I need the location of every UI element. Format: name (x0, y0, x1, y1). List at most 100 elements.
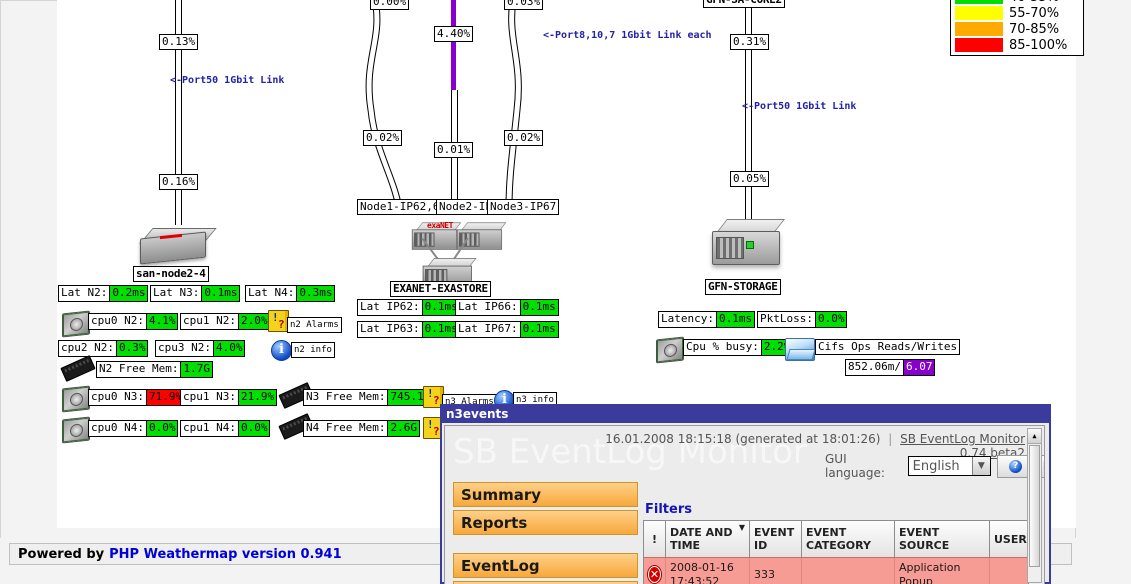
column-header-user[interactable]: USER (990, 521, 1028, 557)
metric-cpu1-n3[interactable]: cpu1 N3: 21.9% (180, 389, 278, 406)
device-gfn-storage[interactable] (710, 217, 786, 277)
cell-event-source: Application Popup (895, 558, 990, 584)
node-title-storage[interactable]: GFN-STORAGE (705, 279, 781, 295)
menu-item-eventlog[interactable]: EventLog (453, 553, 638, 578)
metric-key: cpu1 N2: (183, 314, 236, 327)
table-header-row: ! DATE AND TIME ▼ EVENT ID EVENT CATEGORY E… (644, 521, 1028, 557)
exanet-port-node3[interactable]: Node3-IP67 (487, 199, 560, 215)
metric-cifs-writes: 6.07 (902, 360, 935, 375)
link-label-exa-left-bottom[interactable]: 0.02% (363, 130, 403, 146)
filters-label[interactable]: Filters (645, 502, 692, 517)
column-label: DATE AND TIME (670, 526, 733, 552)
metric-cpu0-n3[interactable]: cpu0 N3: 71.9% (88, 389, 186, 406)
menu-item-reports[interactable]: Reports (453, 510, 638, 535)
link-label-exa-right-top[interactable]: 0.03% (504, 0, 544, 10)
column-header-event-id[interactable]: EVENT ID (750, 521, 802, 557)
scrollbar-thumb[interactable] (1029, 445, 1040, 567)
cpu-icon (62, 385, 90, 413)
metric-cifs-values[interactable]: 852.06m/ 6.07 (845, 359, 936, 376)
metric-cpu2-n2[interactable]: cpu2 N2: 0.3% (58, 340, 149, 357)
chevron-down-icon[interactable]: ▼ (971, 457, 990, 475)
legend-swatch-red (954, 37, 1004, 53)
scroll-up-arrow-icon[interactable]: ▲ (1028, 429, 1041, 444)
metric-cpu0-n2[interactable]: cpu0 N2: 4.1% (88, 313, 179, 330)
metric-storage-latency[interactable]: Latency: 0.1ms (658, 311, 756, 328)
metric-n2-free-mem[interactable]: N2 Free Mem: 1.7G (96, 361, 213, 378)
metric-n4-free-mem[interactable]: N4 Free Mem: 2.6G (303, 420, 420, 437)
button-n2-alarms[interactable]: n2 Alarms (287, 317, 342, 333)
link-exanet-left[interactable] (350, 0, 410, 210)
alarm-icon[interactable] (268, 310, 289, 332)
link-label-core-top[interactable]: 0.31% (730, 34, 770, 50)
legend-row: 55-70% (954, 5, 1080, 21)
legend-label: 85-100% (1009, 37, 1068, 53)
column-header-severity[interactable]: ! (644, 521, 666, 557)
metric-cpu0-n4[interactable]: cpu0 N4: 0.0% (88, 420, 179, 437)
folder-icon[interactable] (785, 338, 815, 361)
column-header-date-time[interactable]: DATE AND TIME ▼ (666, 521, 750, 557)
device-san-node2-4[interactable] (139, 225, 217, 265)
metric-lat-ip63[interactable]: Lat IP63: 0.1ms (357, 321, 461, 338)
column-label: EVENT ID (754, 526, 795, 552)
metric-lat-n3[interactable]: Lat N3: 0.1ms (150, 285, 241, 302)
node-title-core2[interactable]: GFN-SA-CORE2 (703, 0, 785, 8)
column-label: USER (994, 532, 1027, 546)
metric-lat-n4[interactable]: Lat N4: 0.3ms (245, 285, 336, 302)
metric-value: 0.0% (145, 421, 178, 436)
link-exanet-center-purple[interactable] (451, 0, 456, 90)
metric-key: cpu0 N3: (91, 390, 144, 403)
note-san-link: <-Port50 1Gbit Link (170, 75, 285, 86)
metric-lat-ip62[interactable]: Lat IP62: 0.1ms (357, 299, 461, 316)
n3events-titlebar[interactable]: n3events (440, 404, 1051, 423)
gui-language-label: GUI language: (825, 452, 885, 480)
node-title-exanet[interactable]: EXANET-EXASTORE (390, 281, 491, 297)
link-label-exa-mid-top[interactable]: 4.40% (434, 26, 474, 42)
link-label-san-top[interactable]: 0.13% (159, 34, 199, 50)
legend-row: 85-100% (954, 37, 1080, 53)
metric-cifs-label[interactable]: Cifs Ops Reads/Writes (815, 339, 961, 355)
metric-key: cpu3 N2: (158, 341, 211, 354)
node-title-san[interactable]: san-node2-4 (133, 266, 209, 282)
link-label-core-bottom[interactable]: 0.05% (730, 171, 770, 187)
link-label-exa-left-top[interactable]: 0.00% (370, 0, 410, 10)
metric-key: N4 Free Mem: (306, 421, 386, 434)
metric-cpu1-n2[interactable]: cpu1 N2: 2.0% (180, 313, 271, 330)
link-label-exa-mid-bottom[interactable]: 0.01% (434, 142, 474, 158)
vertical-scrollbar[interactable]: ▲ (1027, 428, 1042, 583)
menu-label: Reports (461, 513, 528, 532)
menu-divider (453, 538, 638, 553)
metric-storage-pktloss[interactable]: PktLoss: 0.0% (757, 311, 848, 328)
info-icon[interactable] (271, 340, 292, 361)
eventlog-timestamp: 16.01.2008 18:15:18 (generated at 18:01:… (605, 432, 881, 446)
link-exanet-right[interactable] (490, 0, 550, 210)
column-label: EVENT CATEGORY (806, 526, 871, 552)
metric-cpu1-n4[interactable]: cpu1 N4: 0.0% (180, 420, 271, 437)
metric-lat-ip66[interactable]: Lat IP66: 0.1ms (455, 299, 559, 316)
link-label-san-bottom[interactable]: 0.16% (159, 174, 199, 190)
metric-storage-cpu[interactable]: Cpu % busy: 2.2% (683, 339, 794, 356)
metric-key: Lat IP63: (360, 322, 420, 335)
metric-value: 0.3ms (296, 286, 335, 301)
button-n2-info[interactable]: n2 info (291, 342, 335, 358)
metric-lat-ip67[interactable]: Lat IP67: 0.1ms (455, 321, 559, 338)
metric-n3-free-mem[interactable]: N3 Free Mem: 745.1M (303, 389, 434, 406)
footer-powered-label: Powered by (18, 546, 105, 562)
gui-language-select[interactable]: English ▼ (907, 456, 991, 476)
metric-lat-n2[interactable]: Lat N2: 0.2ms (58, 285, 149, 302)
metric-value: 0.1ms (519, 300, 558, 315)
menu-item-summary[interactable]: Summary (453, 482, 638, 507)
footer-product-link[interactable]: PHP Weathermap version 0.941 (109, 547, 342, 562)
metric-key: Lat IP67: (458, 322, 518, 335)
metric-key: N3 Free Mem: (306, 390, 386, 403)
metric-key: Latency: (661, 312, 714, 325)
metric-cpu3-n2[interactable]: cpu3 N2: 4.0% (155, 340, 246, 357)
table-row[interactable]: ✕ 2008-01-16 17:43:52 333 Application Popu… (644, 557, 1028, 584)
column-header-event-source[interactable]: EVENT SOURCE (895, 521, 990, 557)
sort-descending-icon[interactable]: ▼ (739, 523, 745, 532)
weathermap-page: 40-55% 55-70% 70-85% 85-100% 0.13% <-Por… (0, 0, 1131, 584)
metric-value: 0.1ms (519, 322, 558, 337)
device-status-led (746, 241, 754, 249)
metric-value: 1.7G (180, 362, 212, 377)
link-label-exa-right-bottom[interactable]: 0.02% (504, 130, 544, 146)
column-header-event-category[interactable]: EVENT CATEGORY (802, 521, 895, 557)
